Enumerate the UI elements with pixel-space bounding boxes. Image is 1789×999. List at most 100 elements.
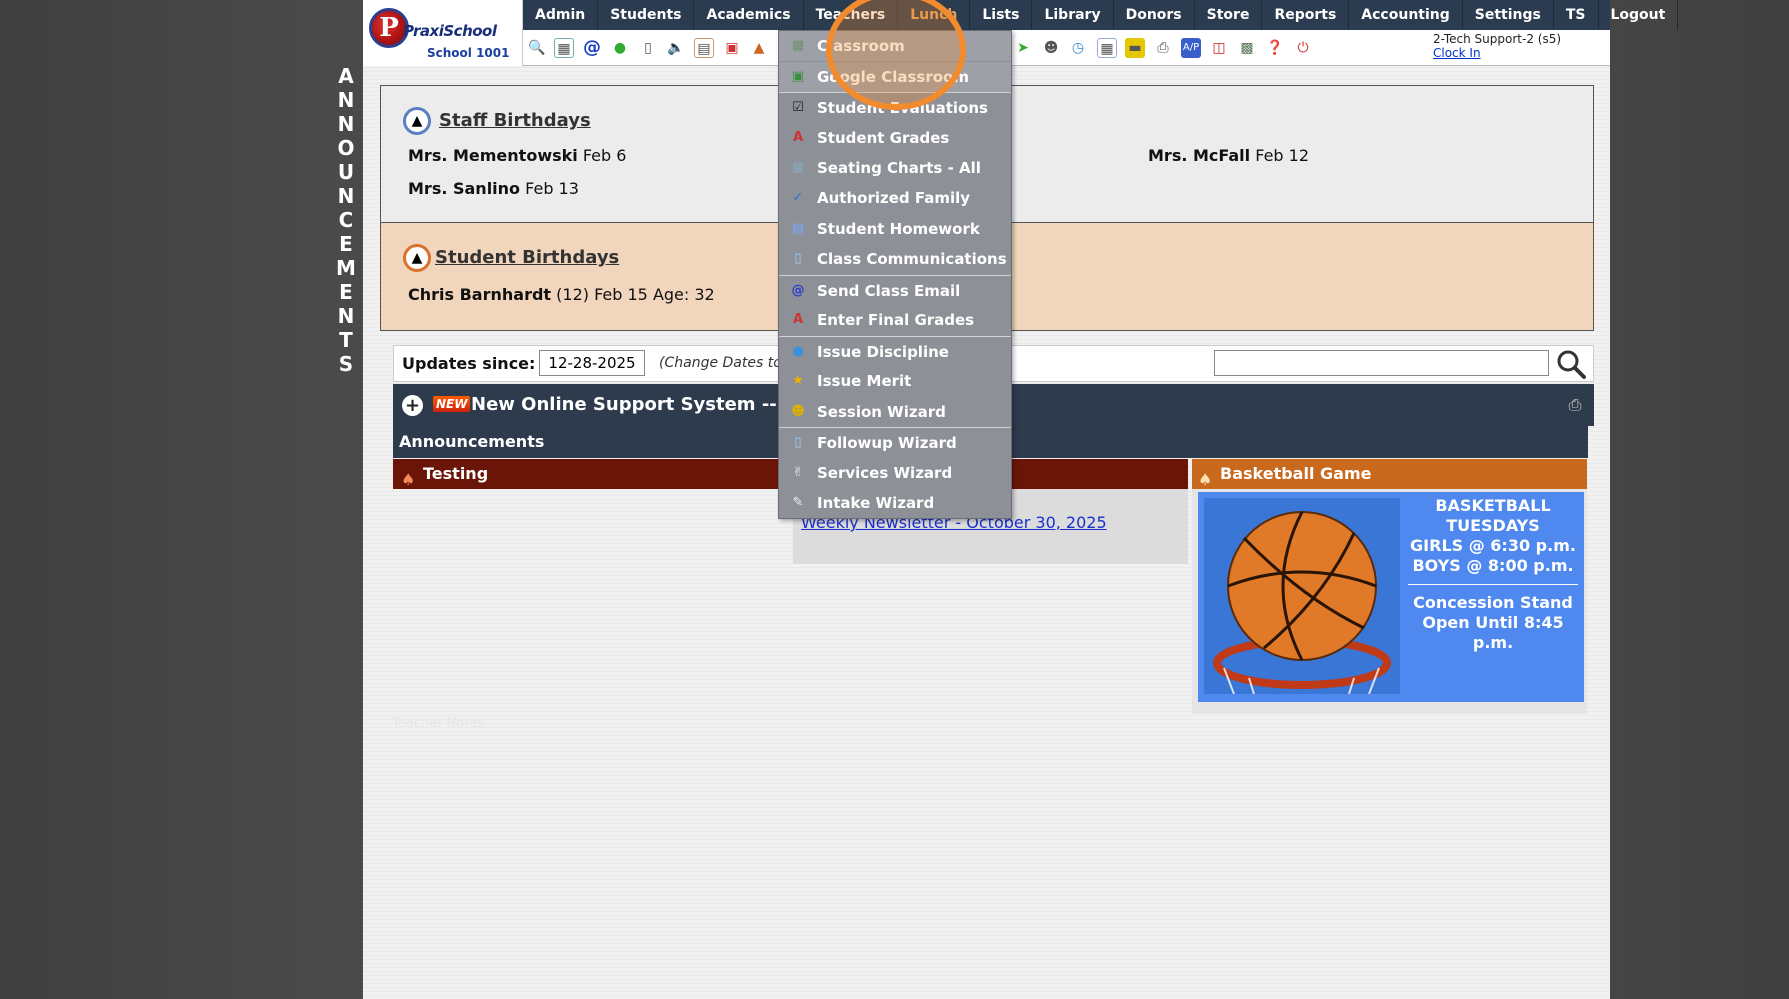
updates-date-field[interactable]: 12-28-2025 [539, 350, 645, 376]
card-icon[interactable]: ▬ [1125, 38, 1145, 58]
menu-item-label: Services Wizard [817, 464, 953, 482]
check-icon: ✓ [792, 190, 804, 205]
menu-item-class-communications[interactable]: ▯ Class Communications [779, 244, 1011, 274]
nav-logout[interactable]: Logout [1599, 0, 1679, 30]
google-classroom-icon: ▣ [791, 69, 805, 84]
vertical-letter: N [337, 112, 355, 136]
nav-settings[interactable]: Settings [1463, 0, 1554, 30]
menu-item-label: Issue Merit [817, 372, 912, 390]
menu-item-authorized-family[interactable]: ✓ Authorized Family [779, 183, 1011, 213]
expand-plus-icon[interactable]: + [402, 395, 423, 416]
student-birthdays-title[interactable]: Student Birthdays [435, 247, 619, 268]
ap-icon[interactable]: A/P [1181, 38, 1201, 58]
concession-line: Open Until 8:45 p.m. [1422, 613, 1564, 652]
nav-academics[interactable]: Academics [694, 0, 804, 30]
chat-icon[interactable]: ● [610, 38, 630, 58]
change-dates-hint: (Change Dates to s [659, 355, 794, 371]
vertical-letter: S [338, 352, 354, 376]
followup-icon: ▯ [794, 435, 802, 450]
menu-item-followup-wizard[interactable]: ▯ Followup Wizard [779, 427, 1011, 457]
menu-item-label: Enter Final Grades [817, 311, 975, 329]
icon-toolbar: 🔍 ▦ @ ● ▯ 🔈 ▤ ▣ ▲ ➤ ☻ ◷ ▦ ▬ ⎙ A/P ◫ ▩ ❓ … [523, 30, 1610, 66]
people-icon: ☻ [791, 404, 805, 419]
print-icon[interactable]: ⎙ [1564, 395, 1586, 415]
menu-item-intake-wizard[interactable]: ✎ Intake Wizard [779, 488, 1011, 518]
logo[interactable]: P PraxiSchool School 1001 [363, 0, 523, 66]
nav-admin[interactable]: Admin [523, 0, 599, 30]
clock-in-link[interactable]: Clock In [1433, 46, 1561, 60]
menu-item-label: Session Wizard [817, 403, 946, 421]
basketball-body: BASKETBALL TUESDAYS GIRLS @ 6:30 p.m. BO… [1192, 489, 1587, 714]
support-text: New Online Support System -- 01 [471, 394, 808, 415]
cake-icon: ▲ [403, 244, 431, 272]
search-button[interactable] [1554, 348, 1588, 380]
mobile-icon[interactable]: ▯ [638, 38, 658, 58]
staff-icon[interactable]: ☻ [1041, 38, 1061, 58]
staff-birthdays-title[interactable]: Staff Birthdays [439, 110, 591, 131]
table-icon[interactable]: ▦ [1097, 38, 1117, 58]
clock-icon[interactable]: ◷ [1068, 38, 1088, 58]
main-nav: Admin Students Academics Teachers Lunch … [523, 0, 1679, 30]
menu-item-send-class-email[interactable]: @ Send Class Email [779, 275, 1011, 305]
vertical-letter: N [337, 184, 355, 208]
menu-item-label: Issue Discipline [817, 343, 949, 361]
menu-item-student-homework[interactable]: ▤ Student Homework [779, 214, 1011, 244]
book-icon: ▤ [791, 221, 805, 236]
menu-item-label: Seating Charts - All [817, 159, 981, 177]
menu-item-label: Send Class Email [817, 282, 961, 300]
grade-icon: A [792, 130, 804, 145]
money-icon[interactable]: ▩ [1237, 38, 1257, 58]
help-icon[interactable]: ❓ [1265, 38, 1285, 58]
printer-icon[interactable]: ⎙ [1153, 38, 1173, 58]
nav-students[interactable]: Students [598, 0, 695, 30]
calendar-icon[interactable]: ▣ [722, 38, 742, 58]
hand-icon: ✌ [792, 465, 804, 480]
menu-item-label: Intake Wizard [817, 494, 935, 512]
vertical-letter: E [339, 280, 353, 304]
nav-accounting[interactable]: Accounting [1349, 0, 1463, 30]
arrow-icon[interactable]: ➤ [1013, 38, 1033, 58]
nav-store[interactable]: Store [1195, 0, 1263, 30]
vertical-letter: C [338, 208, 354, 232]
logo-brand: PraxiSchool [403, 22, 497, 40]
menu-item-label: Authorized Family [817, 189, 971, 207]
menu-item-issue-merit[interactable]: ★ Issue Merit [779, 366, 1011, 396]
nav-library[interactable]: Library [1032, 0, 1114, 30]
speaker-icon[interactable]: 🔈 [666, 38, 686, 58]
staff-date: Feb 6 [582, 146, 627, 165]
menu-item-issue-discipline[interactable]: ● Issue Discipline [779, 336, 1011, 366]
pin-icon: ● [792, 344, 804, 359]
staff-birthday-entry: Mrs. McFall Feb 12 [1148, 146, 1309, 165]
user-name: 2-Tech Support-2 (s5) [1433, 32, 1562, 46]
email-icon[interactable]: @ [582, 38, 602, 58]
nav-reports[interactable]: Reports [1262, 0, 1350, 30]
basketball-image [1204, 498, 1400, 694]
announcements-vertical-label[interactable]: ANNOUNCEMENTS [334, 64, 358, 376]
basketball-text: BASKETBALL TUESDAYS GIRLS @ 6:30 p.m. BO… [1402, 496, 1584, 653]
pdf-icon[interactable]: ◫ [1209, 38, 1229, 58]
menu-item-enter-final-grades[interactable]: A Enter Final Grades [779, 305, 1011, 335]
nav-ts[interactable]: TS [1554, 0, 1599, 30]
menu-item-label: Followup Wizard [817, 434, 957, 452]
calendar-grid-icon[interactable]: ▦ [554, 38, 574, 58]
power-icon[interactable]: ⏻ [1293, 38, 1313, 58]
nav-lists[interactable]: Lists [970, 0, 1033, 30]
basketball-header: ♠ Basketball Game [1192, 459, 1587, 489]
megaphone-icon[interactable]: ▲ [749, 38, 769, 58]
vertical-letter: N [337, 304, 355, 328]
notes-icon[interactable]: ▤ [694, 38, 714, 58]
basketball-flyer: BASKETBALL TUESDAYS GIRLS @ 6:30 p.m. BO… [1198, 492, 1584, 702]
menu-item-services-wizard[interactable]: ✌ Services Wizard [779, 458, 1011, 488]
menu-item-label: Class Communications [817, 250, 1007, 268]
concession-line: Concession Stand [1413, 593, 1573, 612]
menu-item-session-wizard[interactable]: ☻ Session Wizard [779, 397, 1011, 427]
updates-label: Updates since: [402, 354, 536, 373]
nav-donors[interactable]: Donors [1114, 0, 1195, 30]
search-icon[interactable]: 🔍 [527, 38, 547, 58]
menu-item-student-grades[interactable]: A Student Grades [779, 123, 1011, 153]
menu-item-seating-charts-all[interactable]: ▦ Seating Charts - All [779, 153, 1011, 183]
vertical-letter: O [337, 136, 355, 160]
menu-item-label: Student Grades [817, 129, 950, 147]
search-input[interactable] [1214, 350, 1549, 376]
checkbox-icon: ☑ [792, 100, 804, 115]
